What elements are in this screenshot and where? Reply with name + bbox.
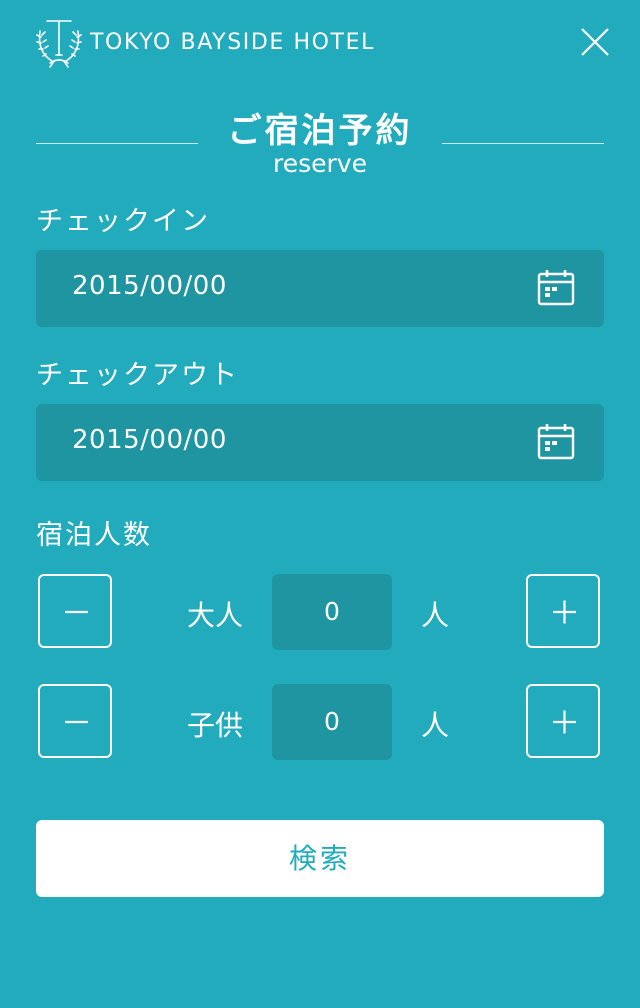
adults-decrement-button[interactable] [38,574,112,648]
search-button[interactable]: 検索 [36,820,604,897]
close-button[interactable] [578,25,612,59]
checkout-date-field[interactable]: 2015/00/00 [36,404,604,481]
minus-icon [65,720,88,724]
checkin-date-field[interactable]: 2015/00/00 [36,250,604,327]
page-title: ご宿泊予約 [227,111,413,151]
checkin-date-value: 2015/00/00 [72,271,227,301]
children-count[interactable]: 0 [272,684,392,760]
minus-icon [65,610,88,614]
adults-count[interactable]: 0 [272,574,392,650]
checkout-date-value: 2015/00/00 [72,425,227,455]
plus-icon [553,710,576,734]
children-label: 子供 [186,709,243,742]
adults-increment-button[interactable] [526,574,600,648]
hotel-logo-icon [34,17,84,69]
children-increment-button[interactable] [526,684,600,758]
adults-unit: 人 [420,599,449,632]
adults-label: 大人 [186,599,243,632]
page-subtitle: reserve [273,149,367,178]
children-unit: 人 [420,709,449,742]
checkin-label: チェックイン [36,206,210,237]
guests-label: 宿泊人数 [36,520,152,551]
plus-icon [553,600,576,624]
checkout-label: チェックアウト [36,360,239,391]
hotel-brand-name: TOKYO BAYSIDE HOTEL [90,30,375,55]
calendar-icon[interactable] [537,269,575,307]
calendar-icon[interactable] [537,423,575,461]
close-icon [581,28,609,56]
children-decrement-button[interactable] [38,684,112,758]
